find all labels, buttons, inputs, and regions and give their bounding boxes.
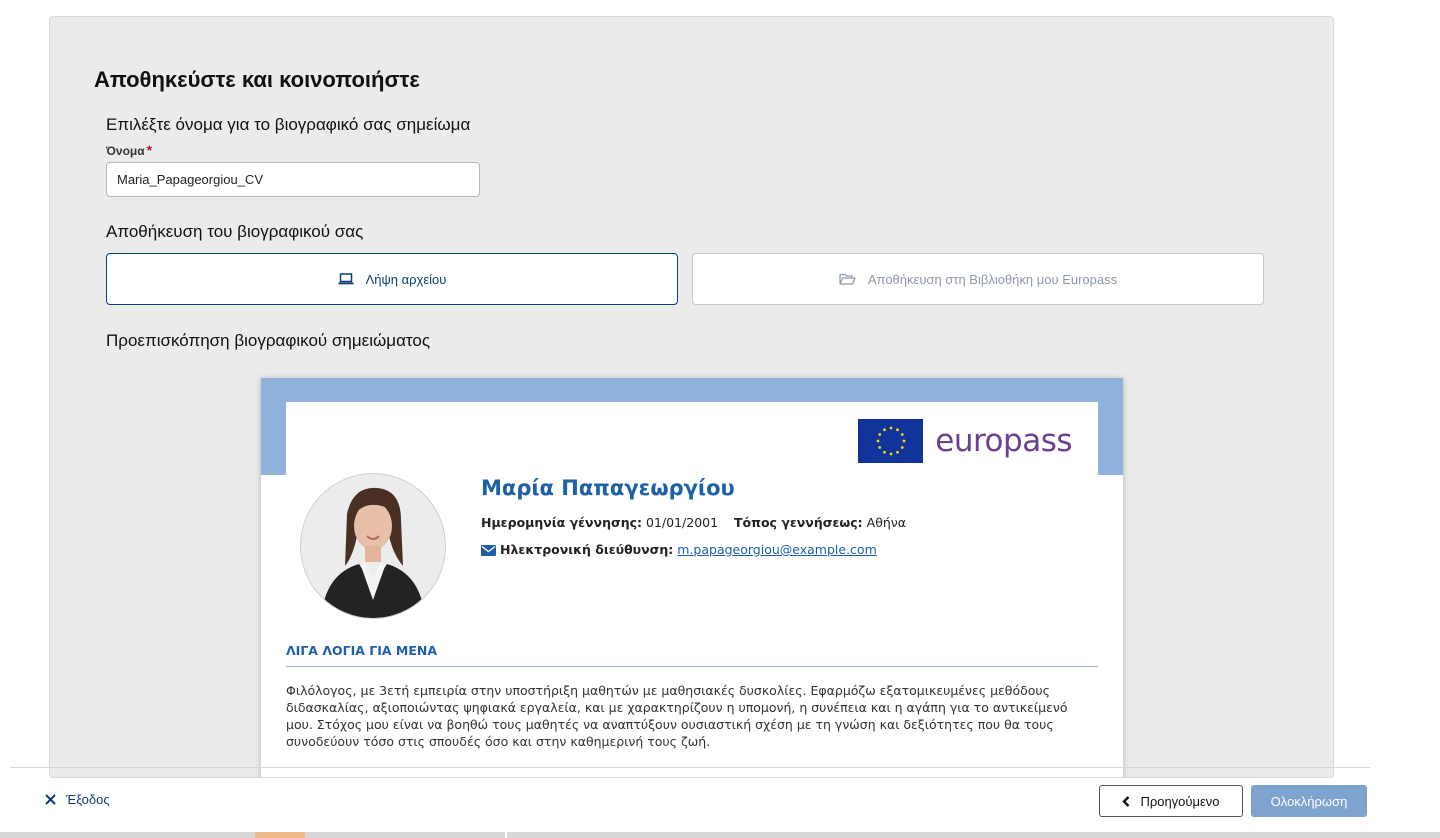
birth-date-label: Ημερομηνία γέννησης: [481, 515, 643, 530]
birth-place-label: Τόπος γεννήσεως: [733, 515, 863, 530]
download-file-label: Λήψη αρχείου [365, 271, 447, 287]
download-file-button[interactable]: Λήψη αρχείου [106, 253, 678, 305]
laptop-icon [338, 273, 354, 285]
bottom-strip-accent [255, 832, 305, 838]
save-to-library-button[interactable]: Αποθήκευση στη Βιβλιοθήκη μου Europass [692, 253, 1264, 305]
email-link[interactable]: m.papageorgiou@example.com [677, 542, 876, 557]
cv-name-input[interactable] [106, 162, 480, 197]
previous-label: Προηγούμενο [1140, 793, 1220, 809]
required-mark: * [146, 142, 153, 158]
close-icon [45, 794, 56, 805]
name-field-label: Όνομα * [106, 142, 152, 158]
email-label: Ηλεκτρονική διεύθυνση: [500, 542, 674, 557]
cv-birth-info: Ημερομηνία γέννησης: 01/01/2001 Τόπος γε… [481, 515, 906, 530]
save-share-panel: Αποθηκεύστε και κοινοποιήστε Επιλέξτε όν… [49, 16, 1334, 778]
cv-page: europass Μαρία Παπαγεωργίου Ημερομηνία γ… [286, 402, 1098, 777]
birth-date-value: 01/01/2001 [646, 515, 719, 530]
cv-email-info: Ηλεκτρονική διεύθυνση: m.papageorgiou@ex… [481, 542, 877, 559]
save-to-library-label: Αποθήκευση στη Βιβλιοθήκη μου Europass [867, 271, 1118, 287]
name-section-heading: Επιλέξτε όνομα για το βιογραφικό σας σημ… [106, 115, 471, 134]
exit-label: Έξοδος [66, 792, 110, 807]
about-text: Φιλόλογος, με 3ετή εμπειρία στην υποστήρ… [286, 683, 1068, 749]
previous-button[interactable]: Προηγούμενο [1099, 785, 1243, 817]
profile-photo [300, 473, 446, 619]
page-title: Αποθηκεύστε και κοινοποιήστε [94, 67, 420, 92]
europass-logo-text: europass [935, 423, 1072, 459]
finish-button[interactable]: Ολοκλήρωση [1251, 785, 1367, 817]
chevron-left-icon [1122, 795, 1130, 807]
bottom-strip [0, 832, 1440, 838]
birth-place-value: Αθήνα [866, 515, 907, 530]
save-section-heading: Αποθήκευση του βιογραφικού σας [106, 222, 364, 241]
about-divider [286, 666, 1098, 667]
about-heading: ΛΙΓΑ ΛΟΓΙΑ ΓΙΑ ΜΕΝΑ [286, 643, 438, 658]
cv-person-name: Μαρία Παπαγεωργίου [481, 476, 735, 500]
bottom-strip-gap [505, 832, 507, 838]
footer-divider [10, 767, 1370, 768]
eu-flag-icon [858, 419, 924, 463]
preview-heading: Προεπισκόπηση βιογραφικού σημειώματος [106, 331, 431, 350]
envelope-icon [481, 544, 496, 559]
exit-button[interactable]: Έξοδος [45, 792, 110, 807]
finish-label: Ολοκλήρωση [1270, 793, 1348, 809]
name-field-label-text: Όνομα [106, 144, 145, 158]
europass-logo: europass [858, 419, 1072, 463]
cv-preview: europass Μαρία Παπαγεωργίου Ημερομηνία γ… [261, 378, 1123, 777]
folder-open-icon [839, 273, 856, 285]
